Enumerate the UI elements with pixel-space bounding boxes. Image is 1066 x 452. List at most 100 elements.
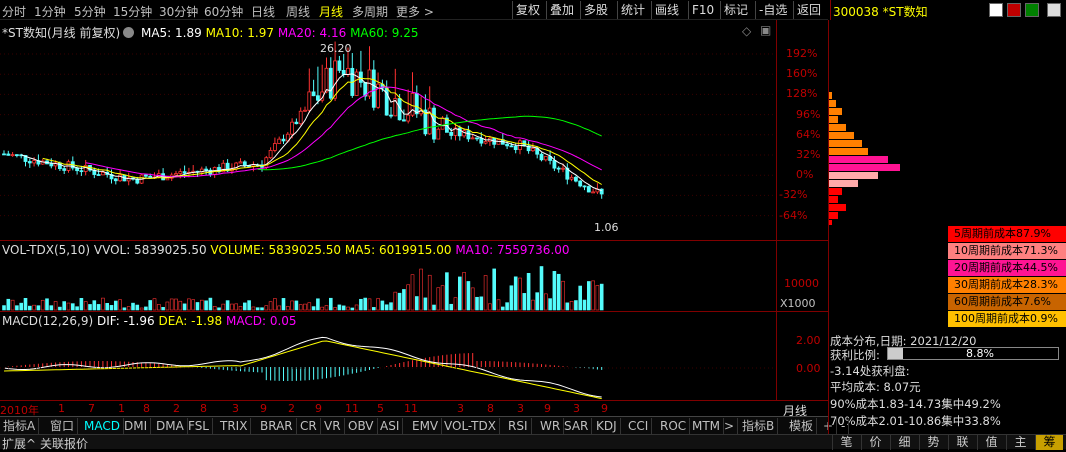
candle-body <box>470 137 475 140</box>
period-tab-daily[interactable]: 日线 <box>251 3 275 20</box>
volume-bar <box>230 303 234 311</box>
kline-chart[interactable] <box>0 20 828 402</box>
indicator-tab[interactable]: MTM <box>689 418 725 434</box>
indicator-tab[interactable]: > <box>721 418 739 434</box>
indicator-tab[interactable]: 指标A <box>0 418 40 434</box>
indicator-tab[interactable]: TRIX <box>217 418 252 434</box>
f10-button[interactable]: F10 <box>688 1 717 19</box>
window-icon[interactable] <box>1047 3 1061 17</box>
adjust-button[interactable]: 复权 <box>512 1 543 19</box>
volume-bar <box>79 298 84 311</box>
stats-button[interactable]: 统计 <box>617 1 648 19</box>
volume-bar <box>543 293 548 311</box>
volume-bar <box>578 285 583 311</box>
candle-body <box>328 67 333 99</box>
related-quote-button[interactable]: 关联报价 <box>40 435 88 452</box>
view-toggle-icon[interactable] <box>989 3 1003 17</box>
indicator-tab[interactable]: CR <box>297 418 321 434</box>
period-tab-multi[interactable]: 多周期 <box>352 3 388 20</box>
side-tab[interactable]: 主 <box>1006 435 1034 450</box>
candle-body <box>466 130 471 140</box>
volume-bar <box>66 302 71 311</box>
volume-bar <box>320 306 325 311</box>
period-tab-weekly[interactable]: 周线 <box>286 3 310 20</box>
volume-bar <box>96 304 101 311</box>
back-button[interactable]: 返回 <box>793 1 824 19</box>
volume-bar <box>92 300 97 311</box>
volume-bar <box>328 297 333 311</box>
arrow-icon[interactable] <box>1025 3 1039 17</box>
multi-stock-button[interactable]: 多股 <box>580 1 611 19</box>
side-tab[interactable]: 值 <box>977 435 1005 450</box>
volume-bar <box>599 283 604 311</box>
candle-body <box>32 160 36 164</box>
side-tab[interactable]: 联 <box>948 435 976 450</box>
volume-bar <box>285 306 290 311</box>
cost-bar <box>828 156 888 163</box>
candle-body <box>509 145 514 148</box>
candle <box>556 166 561 173</box>
period-tab-more[interactable]: 更多 > <box>396 3 434 20</box>
volume-bar <box>212 306 217 311</box>
price-tick: 160% <box>786 67 818 81</box>
profit-label: 获利比例: <box>830 348 880 362</box>
indicator-tab[interactable]: OBV <box>345 418 378 434</box>
time-label: 3 <box>517 402 524 415</box>
volume-bar <box>432 304 436 311</box>
period-tab-60min[interactable]: 60分钟 <box>204 3 243 20</box>
candle <box>294 118 299 125</box>
candle-body <box>561 167 565 170</box>
volume-bar <box>341 305 346 311</box>
indicator-tab[interactable]: SAR <box>561 418 593 434</box>
side-tab[interactable]: 笔 <box>832 435 860 450</box>
candle-body <box>311 91 316 97</box>
period-tab-monthly[interactable]: 月线 <box>319 3 343 20</box>
candle <box>406 89 411 124</box>
candle-body <box>578 180 583 187</box>
indicator-tab[interactable]: KDJ <box>593 418 621 434</box>
period-tab-30min[interactable]: 30分钟 <box>159 3 198 20</box>
volume-bar <box>393 291 398 311</box>
indicator-tab[interactable]: VOL-TDX <box>441 418 500 434</box>
period-tab-timeshare[interactable]: 分时 <box>2 3 26 20</box>
period-tab-1min[interactable]: 1分钟 <box>34 3 66 20</box>
indicator-tab[interactable]: 指标B <box>739 418 779 434</box>
side-tab[interactable]: 势 <box>919 435 947 450</box>
candle <box>354 68 359 96</box>
indicator-tab[interactable]: ASI <box>377 418 404 434</box>
watchlist-button[interactable]: -自选 <box>755 1 790 19</box>
period-tab-5min[interactable]: 5分钟 <box>74 3 106 20</box>
side-tab[interactable]: 细 <box>890 435 918 450</box>
side-tab[interactable]: 筹 <box>1035 435 1063 450</box>
candle-body <box>277 138 282 144</box>
flag-icon[interactable] <box>1007 3 1021 17</box>
indicator-tab[interactable]: EMV <box>409 418 443 434</box>
volume-bar <box>526 273 531 311</box>
indicator-tab[interactable]: FSL <box>185 418 213 434</box>
indicator-tab[interactable]: MACD <box>81 418 124 434</box>
indicator-tab[interactable]: 窗口 <box>47 418 79 434</box>
indicator-tab[interactable]: DMI <box>121 418 152 434</box>
indicator-tab[interactable]: - <box>838 418 850 434</box>
volume-bar <box>49 305 54 311</box>
draw-button[interactable]: 画线 <box>651 1 682 19</box>
indicator-tab[interactable]: ROC <box>657 418 691 434</box>
volume-bar <box>268 301 273 311</box>
indicator-tab[interactable]: VR <box>321 418 345 434</box>
indicator-tab[interactable]: DMA <box>153 418 188 434</box>
indicator-tab[interactable]: BRAR <box>257 418 297 434</box>
volume-bar <box>40 299 45 311</box>
expand-button[interactable]: 扩展^ <box>2 435 36 452</box>
side-tab[interactable]: 价 <box>861 435 889 450</box>
volume-bar <box>316 298 320 311</box>
volume-bar <box>27 305 32 311</box>
indicator-tab[interactable]: CCI <box>625 418 653 434</box>
mark-button[interactable]: 标记 <box>720 1 751 19</box>
more-label: 更多 <box>396 5 421 19</box>
indicator-tab[interactable]: 模板 <box>786 418 818 434</box>
period-tab-15min[interactable]: 15分钟 <box>113 3 152 20</box>
overlay-button[interactable]: 叠加 <box>546 1 577 19</box>
cost-bar <box>828 204 846 211</box>
indicator-tab[interactable]: RSI <box>505 418 532 434</box>
volume-bar <box>518 277 522 311</box>
